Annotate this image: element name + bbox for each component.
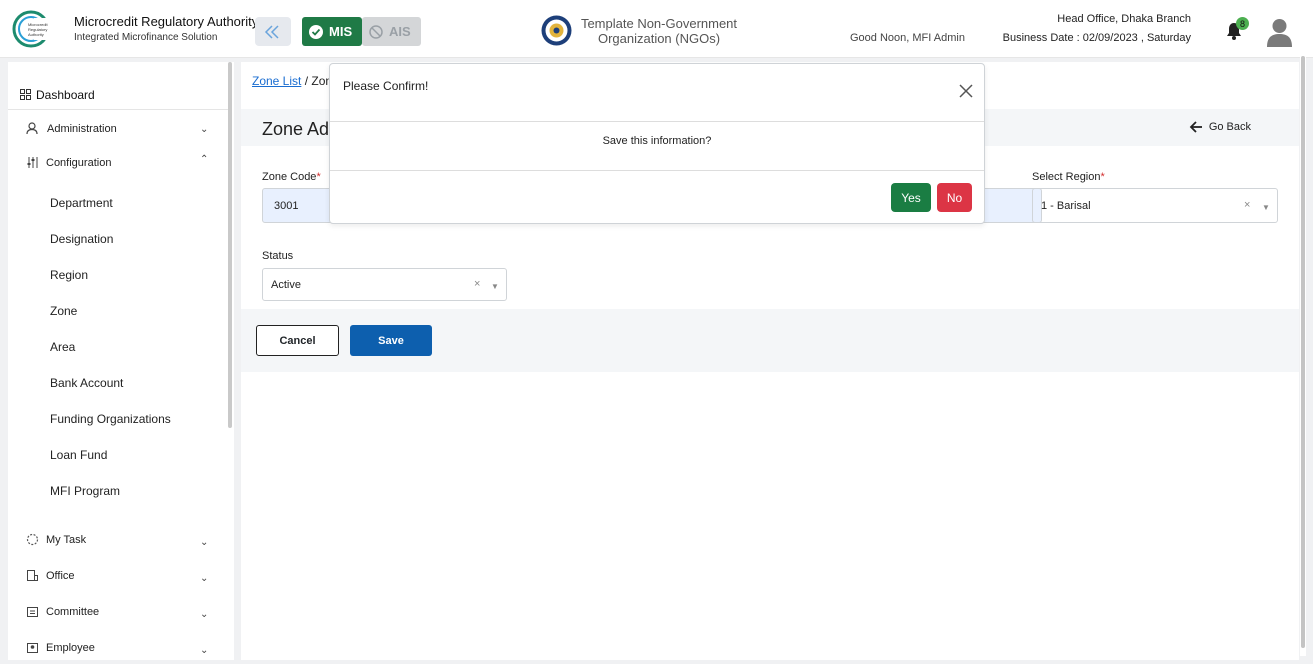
business-date: Business Date : 02/09/2023 , Saturday: [1002, 32, 1191, 44]
page-title: Zone Ad: [262, 119, 330, 139]
grid-icon: [20, 89, 31, 100]
sidebar-item-employee[interactable]: Employee: [26, 641, 95, 654]
yes-button[interactable]: Yes: [891, 183, 931, 212]
cancel-button[interactable]: Cancel: [256, 325, 339, 356]
organization-name: Template Non-Government Organization (NG…: [580, 16, 738, 46]
spinner-icon: [26, 533, 39, 546]
users-cog-icon: [26, 122, 38, 135]
zone-code-label: Zone Code*: [262, 171, 321, 183]
status-select[interactable]: Active × ▼: [262, 268, 507, 301]
clear-icon[interactable]: ×: [1244, 199, 1250, 211]
sidebar-item-committee[interactable]: Committee: [26, 605, 99, 618]
breadcrumb-link-zone-list[interactable]: Zone List: [252, 74, 301, 88]
brand-title: Microcredit Regulatory Authority: [74, 14, 259, 29]
top-header: Microcredit Regulatory Authority Microcr…: [0, 0, 1313, 58]
notification-badge: 8: [1236, 17, 1249, 30]
ban-icon: [369, 24, 383, 39]
sidebar-scrollbar[interactable]: [228, 62, 232, 428]
sidebar-subitem-mfi-program[interactable]: MFI Program: [50, 484, 120, 498]
chevron-up-icon[interactable]: ⌃: [200, 154, 208, 165]
caret-down-icon[interactable]: ▼: [491, 282, 499, 291]
chevron-down-icon[interactable]: ⌄: [200, 609, 208, 620]
sidebar-item-label: Office: [46, 569, 75, 582]
status-label: Status: [262, 250, 294, 262]
divider: [330, 121, 984, 122]
region-value: 1 - Barisal: [1041, 199, 1091, 212]
mra-logo: Microcredit Regulatory Authority: [12, 10, 50, 48]
breadcrumb: Zone List / Zon: [252, 74, 332, 88]
sidebar-item-label: Committee: [46, 605, 100, 618]
sidebar-subitem-department[interactable]: Department: [50, 196, 113, 210]
sidebar-item-office[interactable]: Office: [26, 569, 75, 582]
page-scrollbar[interactable]: [1300, 56, 1306, 656]
divider: [330, 170, 984, 171]
sidebar-collapse-button[interactable]: [255, 17, 291, 46]
sidebar-subitem-region[interactable]: Region: [50, 268, 88, 282]
sidebar-item-label: Employee: [46, 641, 95, 654]
clear-icon[interactable]: ×: [474, 278, 480, 290]
user-avatar-icon[interactable]: [1266, 17, 1293, 47]
caret-down-icon[interactable]: ▼: [1262, 203, 1270, 212]
brand-subtitle: Integrated Microfinance Solution: [74, 32, 218, 43]
mis-toggle-button[interactable]: MIS: [302, 17, 362, 46]
sliders-icon: [27, 157, 38, 168]
sidebar-item-label: My Task: [46, 533, 87, 546]
sidebar-subitem-area[interactable]: Area: [50, 340, 75, 354]
committee-icon: [27, 607, 38, 617]
chevron-down-icon[interactable]: ⌄: [200, 573, 208, 584]
check-circle-icon: [309, 24, 323, 39]
arrow-left-icon: [1189, 121, 1202, 133]
sidebar-subitem-zone[interactable]: Zone: [50, 304, 77, 318]
branch-name: Head Office, Dhaka Branch: [1057, 13, 1191, 25]
user-greeting: Good Noon, MFI Admin: [850, 32, 965, 44]
sidebar-subitem-bank-account[interactable]: Bank Account: [50, 376, 123, 390]
go-back-button[interactable]: Go Back: [1189, 121, 1251, 133]
sidebar: Dashboard Administration ⌄ Configuration…: [8, 62, 234, 660]
double-chevron-left-icon: [264, 24, 279, 39]
save-button[interactable]: Save: [350, 325, 432, 356]
mis-label: MIS: [329, 24, 353, 39]
sidebar-subitem-funding-organizations[interactable]: Funding Organizations: [50, 412, 171, 426]
close-icon[interactable]: [958, 83, 974, 99]
sidebar-item-configuration[interactable]: Configuration: [26, 156, 111, 169]
sidebar-item-dashboard[interactable]: Dashboard: [8, 80, 228, 110]
employee-icon: [27, 643, 38, 653]
breadcrumb-separator: /: [304, 74, 309, 88]
region-label: Select Region*: [1032, 171, 1105, 183]
sidebar-subitem-designation[interactable]: Designation: [50, 232, 113, 246]
ais-label: AIS: [389, 24, 411, 39]
chevron-down-icon[interactable]: ⌄: [200, 124, 208, 135]
sidebar-item-label: Dashboard: [36, 87, 95, 102]
sidebar-subitem-loan-fund[interactable]: Loan Fund: [50, 448, 107, 462]
dialog-message: Save this information?: [602, 135, 712, 147]
sidebar-item-my-task[interactable]: My Task: [26, 533, 86, 546]
building-icon: [27, 570, 38, 581]
region-select[interactable]: 1 - Barisal × ▼: [1032, 188, 1278, 223]
no-button[interactable]: No: [937, 183, 972, 212]
chevron-down-icon[interactable]: ⌄: [200, 645, 208, 656]
zone-code-value: 3001: [274, 199, 299, 212]
status-value: Active: [271, 278, 301, 291]
government-emblem: [541, 15, 572, 46]
svg-text:Authority: Authority: [28, 32, 44, 37]
form-actions: Cancel Save: [241, 309, 1299, 372]
sidebar-item-administration[interactable]: Administration: [26, 122, 117, 135]
confirm-dialog: Please Confirm! Save this information? Y…: [329, 63, 985, 224]
ais-toggle-button[interactable]: AIS: [362, 17, 421, 46]
go-back-label: Go Back: [1208, 121, 1251, 133]
sidebar-item-label: Configuration: [46, 156, 112, 169]
sidebar-item-label: Administration: [47, 122, 117, 135]
dialog-title: Please Confirm!: [343, 79, 429, 93]
chevron-down-icon[interactable]: ⌄: [200, 537, 208, 548]
page-scrollbar-thumb[interactable]: [1301, 56, 1305, 648]
